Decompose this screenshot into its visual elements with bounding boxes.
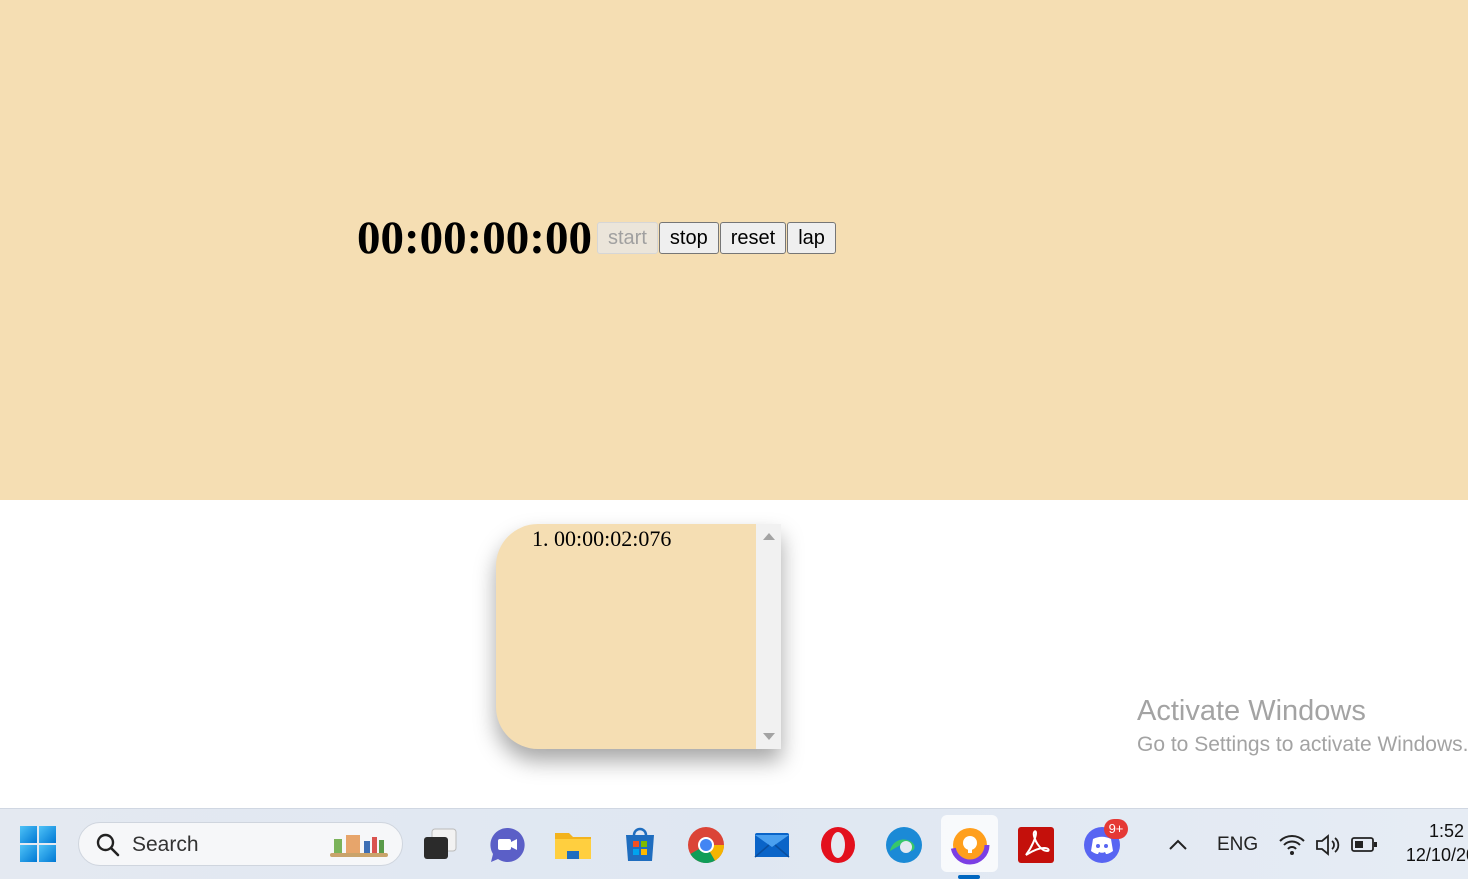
windows-start-icon[interactable]: [20, 826, 56, 862]
taskbar-search[interactable]: Search: [78, 822, 403, 866]
discord-notification-badge: 9+: [1104, 819, 1128, 839]
browser-active-icon[interactable]: [950, 825, 990, 865]
scroll-down-arrow-icon[interactable]: [763, 733, 775, 740]
scroll-up-arrow-icon[interactable]: [763, 533, 775, 540]
task-view-icon[interactable]: [420, 825, 460, 865]
watermark-title: Activate Windows: [1137, 695, 1366, 727]
stopwatch-panel: 00:00:00:00 start stop reset lap: [0, 0, 1468, 500]
lap-list-container[interactable]: 1. 00:00:02:076: [496, 524, 781, 749]
volume-icon[interactable]: [1314, 831, 1342, 859]
wifi-icon[interactable]: [1278, 831, 1306, 859]
acrobat-icon[interactable]: [1016, 825, 1056, 865]
language-indicator[interactable]: ENG: [1217, 834, 1258, 856]
edge-icon[interactable]: [884, 825, 924, 865]
opera-icon[interactable]: [818, 825, 858, 865]
lap-list-scrollbar[interactable]: [756, 524, 781, 749]
search-placeholder: Search: [132, 833, 199, 856]
reset-button[interactable]: reset: [719, 222, 787, 254]
chrome-icon[interactable]: [686, 825, 726, 865]
teams-chat-icon[interactable]: [487, 825, 527, 865]
file-explorer-icon[interactable]: [553, 825, 593, 865]
taskbar: Search 9+ ENG 1:52 12/10/2: [0, 808, 1468, 879]
stopwatch-controls: start stop reset lap: [597, 222, 837, 254]
lap-list: 1. 00:00:02:076: [496, 524, 756, 749]
microsoft-store-icon[interactable]: [620, 825, 660, 865]
battery-icon[interactable]: [1350, 833, 1378, 857]
search-icon: [96, 833, 120, 857]
watermark-subtitle: Go to Settings to activate Windows.: [1137, 733, 1468, 756]
system-clock[interactable]: 1:52 12/10/2023: [1406, 819, 1468, 867]
clock-time: 1:52: [1428, 821, 1464, 841]
start-button[interactable]: start: [597, 222, 658, 254]
search-highlight-icon: [330, 835, 388, 857]
active-app-indicator: [958, 875, 980, 879]
stop-button[interactable]: stop: [658, 222, 719, 254]
lap-button[interactable]: lap: [787, 222, 836, 254]
chevron-up-icon[interactable]: [1166, 833, 1190, 857]
mail-icon[interactable]: [752, 825, 792, 865]
activation-watermark: Activate Windows Go to Settings to activ…: [1137, 692, 1468, 760]
stopwatch-display: 00:00:00:00: [357, 212, 592, 264]
lap-item: 1. 00:00:02:076: [532, 526, 672, 551]
clock-date: 12/10/2023: [1405, 845, 1468, 865]
